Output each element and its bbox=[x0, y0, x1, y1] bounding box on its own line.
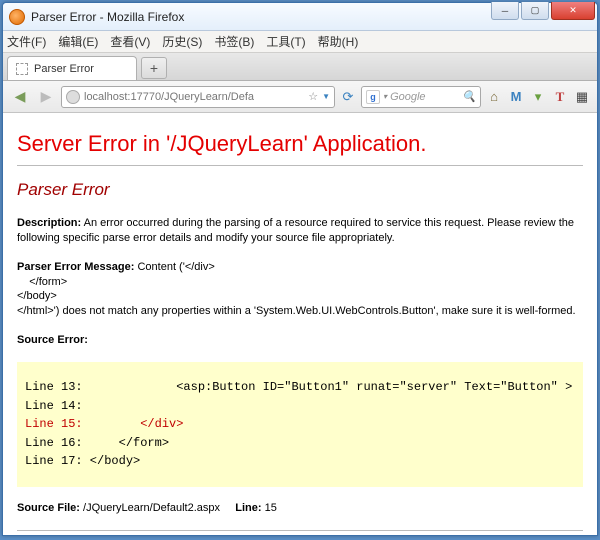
window-buttons: ─ ▢ ✕ bbox=[491, 2, 595, 20]
source-file-block: Source File: /JQueryLearn/Default2.aspx … bbox=[17, 501, 583, 516]
globe-icon bbox=[66, 90, 80, 104]
search-placeholder: Google bbox=[390, 91, 425, 103]
close-button[interactable]: ✕ bbox=[551, 2, 595, 20]
description-label: Description: bbox=[17, 217, 81, 229]
src-line-14: Line 14: bbox=[25, 399, 83, 413]
source-error-label-block: Source Error: bbox=[17, 333, 583, 348]
src-line-17: Line 17: </body> bbox=[25, 454, 140, 468]
rss-icon[interactable]: ☆ bbox=[308, 90, 318, 103]
browser-window: Parser Error - Mozilla Firefox ─ ▢ ✕ 文件(… bbox=[2, 2, 598, 536]
source-file-text: /JQueryLearn/Default2.aspx bbox=[83, 502, 220, 514]
titlebar: Parser Error - Mozilla Firefox ─ ▢ ✕ bbox=[3, 3, 597, 31]
ext-m-icon[interactable]: M bbox=[507, 88, 525, 106]
back-button[interactable]: ◀ bbox=[9, 86, 31, 108]
line-num: 15 bbox=[265, 502, 277, 514]
maximize-button[interactable]: ▢ bbox=[521, 2, 549, 20]
divider-bottom bbox=[17, 530, 583, 531]
home-button[interactable]: ⌂ bbox=[485, 88, 503, 106]
description-block: Description: An error occurred during th… bbox=[17, 216, 583, 246]
src-line-16: Line 16: </form> bbox=[25, 436, 169, 450]
ext-grid-icon[interactable]: ▦ bbox=[573, 88, 591, 106]
navbar: ◀ ▶ localhost:17770/JQueryLearn/Defa ☆ ▼… bbox=[3, 81, 597, 113]
forward-button[interactable]: ▶ bbox=[35, 86, 57, 108]
minimize-button[interactable]: ─ bbox=[491, 2, 519, 20]
ext-t-icon[interactable]: T bbox=[551, 88, 569, 106]
menu-edit[interactable]: 编辑(E) bbox=[58, 33, 98, 50]
source-error-box: Line 13: <asp:Button ID="Button1" runat=… bbox=[17, 362, 583, 487]
src-line-13: Line 13: <asp:Button ID="Button1" runat=… bbox=[25, 380, 572, 394]
parser-message-label: Parser Error Message: bbox=[17, 261, 134, 273]
url-dropdown-icon[interactable]: ▼ bbox=[322, 92, 330, 101]
tab-parser-error[interactable]: Parser Error bbox=[7, 56, 137, 80]
url-text: localhost:17770/JQueryLearn/Defa bbox=[84, 91, 254, 103]
menu-file[interactable]: 文件(F) bbox=[7, 33, 46, 50]
source-error-label: Source Error: bbox=[17, 334, 88, 346]
ext-down-icon[interactable]: ▾ bbox=[529, 88, 547, 106]
google-icon: g bbox=[366, 90, 380, 104]
menu-view[interactable]: 查看(V) bbox=[110, 33, 150, 50]
reload-button[interactable]: ⟳ bbox=[339, 88, 357, 106]
menu-tools[interactable]: 工具(T) bbox=[266, 33, 305, 50]
error-title: Server Error in '/JQueryLearn' Applicati… bbox=[17, 131, 583, 157]
new-tab-button[interactable]: + bbox=[141, 57, 167, 79]
search-box[interactable]: g ▾ Google 🔍 bbox=[361, 86, 481, 108]
parser-message-block: Parser Error Message: Content ('</div> <… bbox=[17, 260, 583, 319]
menubar: 文件(F) 编辑(E) 查看(V) 历史(S) 书签(B) 工具(T) 帮助(H… bbox=[3, 31, 597, 53]
menu-history[interactable]: 历史(S) bbox=[162, 33, 202, 50]
description-text: An error occurred during the parsing of … bbox=[17, 217, 574, 244]
line-label: Line: bbox=[235, 502, 261, 514]
source-file-label: Source File: bbox=[17, 502, 80, 514]
divider bbox=[17, 165, 583, 166]
menu-help[interactable]: 帮助(H) bbox=[318, 33, 359, 50]
src-line-15: Line 15: </div> bbox=[25, 417, 183, 431]
firefox-icon bbox=[9, 9, 25, 25]
url-box[interactable]: localhost:17770/JQueryLearn/Defa ☆ ▼ bbox=[61, 86, 335, 108]
page-content: Server Error in '/JQueryLearn' Applicati… bbox=[3, 113, 597, 535]
tabbar: Parser Error + bbox=[3, 53, 597, 81]
tab-favicon-icon bbox=[16, 63, 28, 75]
error-subtitle: Parser Error bbox=[17, 180, 583, 200]
tab-label: Parser Error bbox=[34, 63, 94, 75]
window-title: Parser Error - Mozilla Firefox bbox=[31, 10, 184, 24]
menu-bookmarks[interactable]: 书签(B) bbox=[214, 33, 254, 50]
